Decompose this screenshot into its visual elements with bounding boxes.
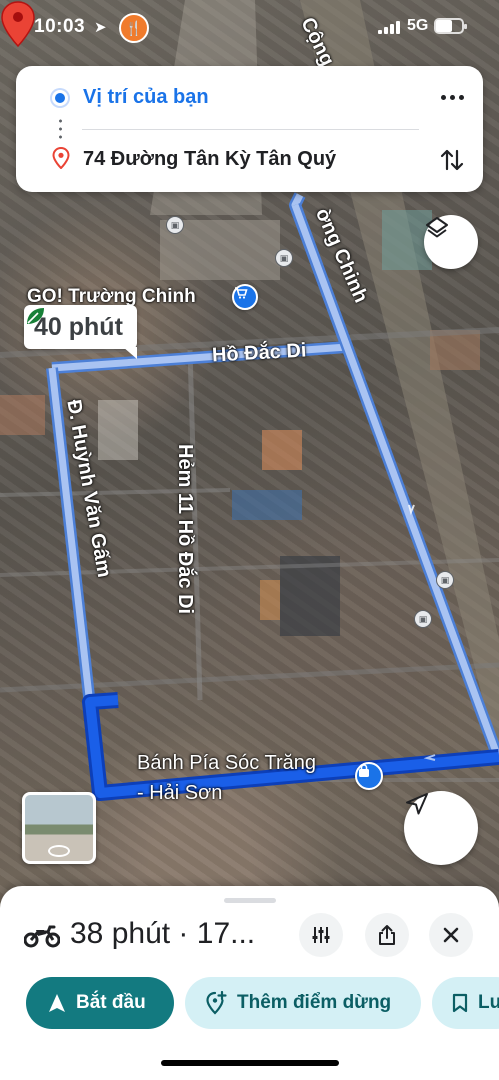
- bus-stop-icon[interactable]: ▣: [414, 610, 432, 628]
- start-navigation-button[interactable]: Bắt đầu: [26, 977, 174, 1029]
- navigation-arrow-icon: [406, 793, 428, 815]
- field-divider: [82, 129, 419, 130]
- swap-arrows-icon[interactable]: [436, 144, 468, 176]
- place-label-banh-pia-line1[interactable]: Bánh Pía Sóc Trăng: [137, 752, 316, 775]
- route-time-text: 40 phút: [34, 312, 123, 341]
- navigation-arrow-icon: [49, 994, 65, 1012]
- route-options-button[interactable]: [299, 913, 343, 957]
- close-icon: [443, 927, 459, 943]
- my-location-button[interactable]: [404, 791, 478, 865]
- bus-stop-icon[interactable]: ▣: [436, 571, 454, 589]
- destination-pin-icon: [52, 147, 70, 169]
- route-connector-dots: [59, 117, 62, 143]
- road-label-hem-11: Hẻm 11 Hồ Đắc Di: [174, 444, 196, 615]
- layers-icon: [426, 217, 448, 238]
- shopping-cart-icon[interactable]: [232, 284, 258, 310]
- save-button[interactable]: Lưu: [432, 977, 499, 1029]
- place-label-banh-pia-line2[interactable]: - Hải Sơn: [137, 782, 222, 805]
- home-indicator[interactable]: [161, 1060, 339, 1066]
- add-stop-label: Thêm điểm dừng: [237, 992, 392, 1013]
- bus-stop-icon[interactable]: ▣: [275, 249, 293, 267]
- network-type: 5G: [407, 17, 429, 34]
- save-label: Lưu: [478, 992, 499, 1013]
- share-button[interactable]: [365, 913, 409, 957]
- location-arrow-icon: ➤: [94, 19, 107, 36]
- origin-field[interactable]: Vị trí của bạn: [83, 86, 209, 109]
- eco-leaf-icon: [27, 308, 44, 324]
- bus-stop-icon[interactable]: ▣: [166, 216, 184, 234]
- shopping-bag-icon[interactable]: [355, 762, 383, 790]
- food-delivery-icon: 🍴: [119, 13, 149, 43]
- share-icon: [379, 925, 395, 945]
- route-bottom-sheet: 38 phút · 17... Bắt đầu Thêm điểm dừng L…: [0, 886, 499, 1080]
- destination-field[interactable]: 74 Đường Tân Kỳ Tân Quý: [83, 148, 336, 171]
- status-time: 10:03: [34, 16, 86, 37]
- map-layers-button[interactable]: [424, 215, 478, 269]
- more-options-button[interactable]: [434, 82, 470, 112]
- tune-sliders-icon: [312, 927, 330, 943]
- street-view-thumbnail[interactable]: [22, 792, 96, 864]
- close-button[interactable]: [429, 913, 473, 957]
- cellular-signal-icon: [378, 20, 400, 34]
- sheet-grabber[interactable]: [224, 898, 276, 903]
- directions-card: Vị trí của bạn 74 Đường Tân Kỳ Tân Quý: [16, 66, 483, 192]
- status-bar: 10:03 ➤ 🍴 5G: [0, 0, 499, 56]
- bookmark-icon: [452, 993, 468, 1013]
- street-view-360-icon: [48, 845, 70, 857]
- origin-dot-icon: [52, 90, 68, 106]
- route-summary[interactable]: 38 phút · 17...: [70, 917, 255, 951]
- route-time-chip[interactable]: 40 phút: [24, 305, 137, 359]
- add-stop-button[interactable]: Thêm điểm dừng: [185, 977, 421, 1029]
- start-label: Bắt đầu: [76, 992, 146, 1013]
- add-location-icon: [206, 991, 227, 1015]
- battery-icon: [434, 18, 467, 34]
- motorbike-icon: [24, 925, 60, 948]
